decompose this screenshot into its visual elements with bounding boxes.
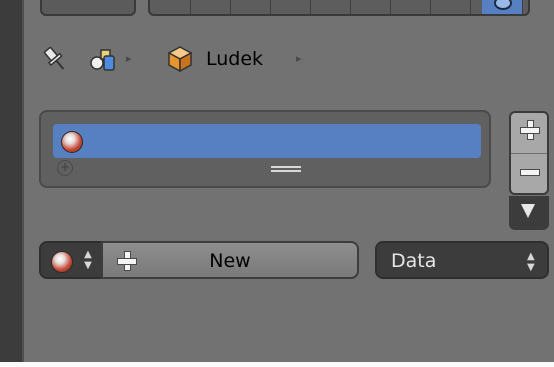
panel-divider[interactable] [22, 0, 24, 367]
context-tabs [148, 0, 530, 16]
tab-material[interactable] [482, 0, 522, 14]
left-editor-border [0, 0, 22, 367]
tab-render[interactable] [190, 0, 191, 14]
material-tab-icon [494, 0, 512, 10]
material-slot-item[interactable] [53, 124, 481, 158]
new-material-button[interactable]: New [101, 241, 359, 279]
breadcrumb-arrow-icon: ▸ [126, 52, 132, 65]
tab-constraints[interactable] [350, 0, 351, 14]
tab-data[interactable] [430, 0, 431, 14]
object-data-icon [88, 44, 122, 74]
material-sphere-icon [61, 131, 83, 153]
tab-world[interactable] [270, 0, 271, 14]
window-bottom-edge [0, 362, 554, 367]
up-down-arrows-icon: ▲ ▼ [84, 249, 92, 271]
dropdown-arrows-icon: ▲ ▼ [527, 251, 535, 273]
link-type-dropdown[interactable]: Data ▲ ▼ [375, 241, 549, 279]
tab-separator [470, 0, 471, 14]
browse-material-button[interactable]: ▲ ▼ [39, 241, 103, 279]
pin-icon[interactable] [40, 44, 70, 74]
editor-type-button[interactable] [40, 0, 136, 16]
tab-object[interactable] [310, 0, 311, 14]
add-slot-button[interactable] [511, 113, 547, 154]
object-name-label: Ludek [206, 48, 264, 70]
cube-icon [167, 44, 193, 74]
tab-modifiers[interactable] [390, 0, 391, 14]
minus-icon [520, 169, 540, 176]
plus-icon [520, 120, 540, 140]
remove-slot-button[interactable] [511, 153, 547, 193]
link-type-label: Data [391, 250, 437, 272]
list-resize-grip[interactable] [271, 166, 301, 172]
add-slot-small-icon[interactable]: + [57, 160, 73, 176]
tab-texture[interactable] [522, 0, 523, 14]
material-sphere-icon [51, 251, 73, 273]
slot-specials-menu-button[interactable] [509, 196, 549, 230]
properties-tab-bar [30, 0, 550, 16]
material-slot-list: + [39, 110, 491, 188]
tab-scene[interactable] [230, 0, 231, 14]
new-button-label: New [209, 250, 251, 272]
breadcrumb-end-arrow-icon: ▸ [296, 52, 302, 65]
slot-button-column [509, 111, 549, 195]
triangle-down-icon [521, 204, 535, 218]
material-id-row: ▲ ▼ New [39, 241, 359, 279]
